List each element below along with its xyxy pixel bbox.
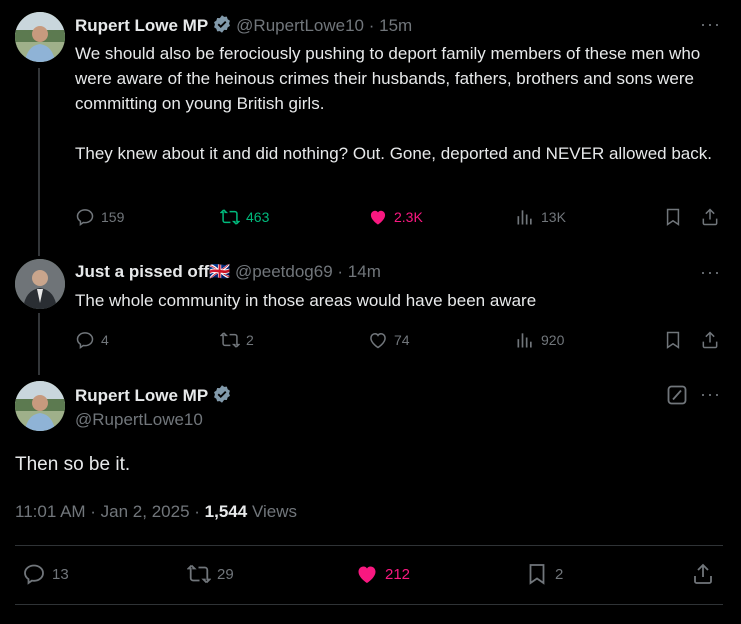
author-name[interactable]: Rupert Lowe MP (75, 16, 208, 35)
tweet-text: The whole community in those areas would… (75, 291, 537, 310)
bookmark-button[interactable] (663, 330, 689, 350)
bookmark-button[interactable]: 2 (525, 562, 563, 586)
tweet-header: Rupert Lowe MP (75, 384, 236, 409)
author-handle[interactable]: @RupertLowe10 (75, 410, 203, 430)
bookmark-count: 2 (555, 565, 564, 583)
tweet-paragraph: They knew about it and did nothing? Out.… (75, 144, 712, 163)
tweet-paragraph: We should also be ferociously pushing to… (75, 44, 701, 113)
bookmark-icon (666, 208, 680, 226)
analytics-icon (517, 333, 532, 348)
tweet-time[interactable]: · 15m (369, 16, 412, 35)
tweet-time[interactable]: · 14m (337, 262, 380, 281)
heart-filled-icon (370, 210, 386, 225)
like-count: 74 (394, 332, 410, 348)
views-button[interactable]: 13K (515, 207, 566, 227)
like-button[interactable]: 2.3K (368, 207, 423, 227)
tweet-timestamp[interactable]: 11:01 AM · Jan 2, 2025 · (15, 502, 200, 521)
reply-count: 4 (101, 332, 109, 348)
more-options-icon[interactable]: ··· (700, 262, 721, 283)
views-label: Views (251, 502, 297, 521)
like-count: 2.3K (394, 209, 423, 225)
repost-icon (187, 564, 211, 584)
share-button[interactable] (700, 330, 726, 350)
share-button[interactable] (700, 207, 726, 227)
avatar[interactable] (15, 12, 65, 62)
bookmark-icon (666, 331, 680, 349)
reply-icon (76, 209, 94, 226)
bookmark-button[interactable] (663, 207, 689, 227)
share-icon (702, 331, 718, 349)
avatar[interactable] (15, 259, 65, 309)
view-count: 920 (541, 332, 565, 348)
thread-line (38, 313, 40, 375)
repost-icon (220, 332, 240, 348)
grok-icon[interactable] (667, 385, 687, 410)
bookmark-icon (529, 564, 545, 585)
reply-count: 159 (101, 209, 125, 225)
tweet-actions: 13 29 212 2 (15, 562, 727, 592)
repost-button[interactable]: 463 (220, 207, 269, 227)
avatar[interactable] (15, 381, 65, 431)
author-handle[interactable]: @RupertLowe10 (236, 16, 364, 35)
uk-flag-icon: 🇬🇧 (209, 262, 231, 281)
share-button[interactable] (691, 562, 721, 586)
avatar-image (15, 259, 65, 309)
tweet-header: Just a pissed off🇬🇧 @peetdog69 · 14m (75, 262, 381, 282)
tweet-actions: 159 463 2.3K 13K (75, 207, 725, 229)
heart-icon (370, 332, 386, 349)
view-count: 13K (541, 209, 566, 225)
share-icon (694, 563, 712, 584)
avatar-image (15, 381, 65, 431)
divider (15, 545, 723, 546)
reply-count: 13 (52, 565, 69, 583)
repost-count: 2 (246, 332, 254, 348)
heart-filled-icon (358, 566, 376, 583)
tweet-header: Rupert Lowe MP @RupertLowe10 · 15m (75, 14, 412, 39)
like-button[interactable]: 74 (368, 330, 410, 350)
repost-count: 463 (246, 209, 270, 225)
more-options-icon[interactable]: ··· (700, 384, 721, 405)
reply-button[interactable]: 159 (75, 207, 124, 227)
repost-button[interactable]: 29 (187, 562, 234, 586)
tweet-text: We should also be ferociously pushing to… (75, 41, 715, 166)
reply-icon (76, 332, 94, 349)
like-count: 212 (385, 565, 411, 583)
tweet-meta: 11:01 AM · Jan 2, 2025 · 1,544 Views (15, 502, 297, 522)
more-options-icon[interactable]: ··· (700, 14, 721, 35)
main-tweet-text: Then so be it. (15, 454, 131, 475)
tweet-actions: 4 2 74 920 (75, 330, 725, 352)
views-count: 1,544 (204, 502, 248, 521)
avatar-image (15, 12, 65, 62)
reply-button[interactable]: 4 (75, 330, 109, 350)
repost-icon (220, 209, 240, 225)
repost-button[interactable]: 2 (220, 330, 254, 350)
reply-button[interactable]: 13 (22, 562, 69, 586)
repost-count: 29 (217, 565, 234, 583)
divider (15, 604, 723, 605)
author-handle[interactable]: @peetdog69 (235, 262, 333, 281)
verified-badge-icon (212, 384, 232, 409)
views-button[interactable]: 920 (515, 330, 564, 350)
author-name[interactable]: Just a pissed off (75, 262, 209, 281)
verified-badge-icon (212, 14, 232, 39)
author-name[interactable]: Rupert Lowe MP (75, 386, 208, 405)
like-button[interactable]: 212 (355, 562, 410, 586)
reply-icon (24, 564, 44, 585)
analytics-icon (517, 210, 532, 225)
thread-line (38, 68, 40, 256)
share-icon (702, 208, 718, 226)
